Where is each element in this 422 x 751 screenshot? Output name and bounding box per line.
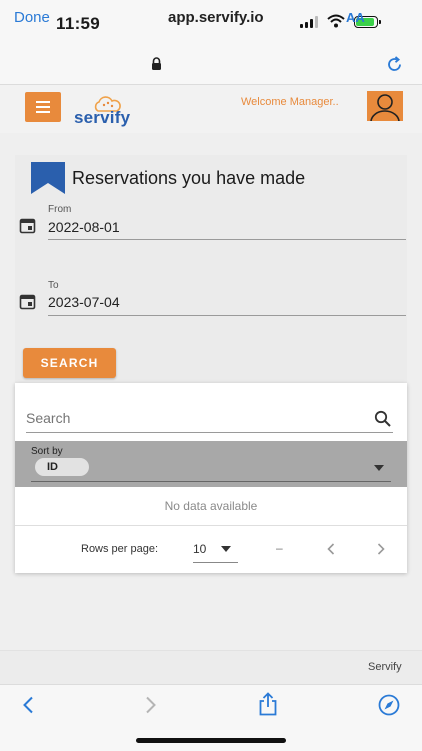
wifi-icon [327,14,345,28]
footer-brand: Servify [368,661,402,673]
done-button[interactable]: Done [14,9,50,26]
to-date-field[interactable]: 2023-07-04 [48,294,120,310]
chevron-right-icon[interactable] [377,543,385,555]
chevron-down-icon[interactable] [221,546,231,552]
divider [15,525,407,526]
compass-icon[interactable] [378,694,400,716]
text-size-button[interactable]: AA [346,10,365,25]
chevron-left-icon[interactable] [327,543,335,555]
sort-by-label: Sort by [31,446,63,457]
status-time: 11:59 [56,14,101,33]
back-arrow-icon[interactable] [22,696,34,714]
forward-arrow-icon[interactable] [145,696,157,714]
calendar-icon[interactable] [19,293,36,310]
app-footer [0,650,422,685]
from-underline [48,239,406,240]
app-header [0,85,422,133]
rows-per-page-label: Rows per page: [81,543,159,555]
search-button[interactable]: SEARCH [23,348,116,378]
welcome-text: Welcome Manager.. [241,96,339,108]
avatar[interactable] [367,91,403,121]
search-underline [26,432,393,433]
to-underline [48,315,406,316]
share-icon[interactable] [258,692,278,716]
user-avatar-icon [370,94,400,121]
search-icon[interactable] [374,410,391,427]
from-date-field[interactable]: 2022-08-01 [48,219,120,235]
to-label: To [48,280,59,291]
search-input[interactable] [26,410,346,426]
page-title: Reservations you have made [72,168,306,188]
rows-per-page-underline [193,562,238,563]
rows-per-page-select[interactable]: 10 [193,542,206,556]
url-address[interactable]: app.servify.io [168,9,264,26]
sort-underline [31,481,391,482]
reload-icon[interactable] [386,56,403,73]
sort-chip[interactable]: ID [35,458,89,476]
calendar-icon[interactable] [19,217,36,234]
menu-line [36,101,50,103]
lock-icon [152,57,161,70]
logo-text: servify [74,108,131,127]
menu-button[interactable] [25,92,61,122]
empty-state-text: No data available [164,499,258,513]
from-label: From [48,204,72,215]
home-indicator [136,738,286,743]
chevron-down-icon[interactable] [374,465,384,471]
bookmark-icon [31,162,65,194]
cellular-signal-icon [300,16,320,28]
browser-toolbar [0,46,422,85]
page-range-text: – [276,541,283,555]
menu-line [36,106,50,108]
menu-line [36,111,50,113]
